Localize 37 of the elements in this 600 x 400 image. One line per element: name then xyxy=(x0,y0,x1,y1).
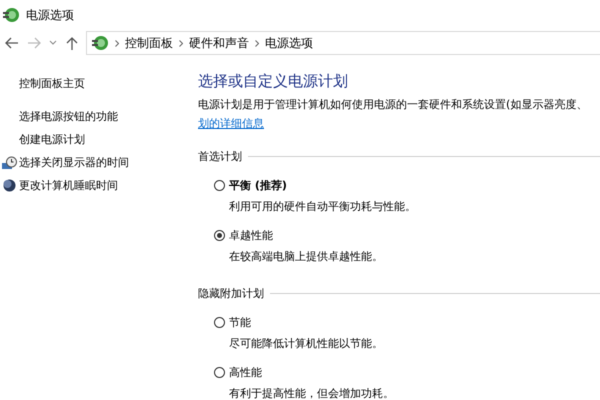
address-bar[interactable]: 控制面板 硬件和声音 电源选项 xyxy=(86,31,600,55)
plan-description: 有利于提高性能，但会增加功耗。 xyxy=(228,386,395,400)
plan-description: 利用可用的硬件自动平衡功耗与性能。 xyxy=(228,199,417,214)
radio-button[interactable] xyxy=(214,317,225,328)
power-plug-icon xyxy=(2,6,20,24)
sidebar-link[interactable]: 更改计算机睡眠时间 xyxy=(19,174,118,197)
breadcrumb[interactable]: 电源选项 xyxy=(265,34,313,52)
window-title: 电源选项 xyxy=(26,6,74,24)
radio-button[interactable] xyxy=(214,367,225,378)
sidebar-link[interactable]: 选择关闭显示器的时间 xyxy=(19,151,129,174)
plan-name: 平衡 (推荐) xyxy=(229,178,287,193)
moon-icon xyxy=(3,179,16,192)
sidebar-link[interactable]: 控制面板主页 xyxy=(0,72,192,95)
group-title: 隐藏附加计划 xyxy=(198,286,264,301)
sidebar-link[interactable]: 选择电源按钮的功能 xyxy=(0,105,118,128)
chevron-icon xyxy=(255,40,259,46)
radio-button[interactable] xyxy=(214,230,225,241)
up-button[interactable] xyxy=(64,36,80,50)
back-button[interactable] xyxy=(4,37,20,49)
sidebar-link[interactable]: 创建电源计划 xyxy=(0,128,85,151)
plan-name: 高性能 xyxy=(229,365,262,380)
plan-name: 卓越性能 xyxy=(229,228,273,243)
details-link[interactable]: 划的详细信息 xyxy=(198,116,264,131)
page-heading: 选择或自定义电源计划 xyxy=(198,72,349,91)
chevron-icon xyxy=(115,40,119,46)
plan-description: 在较高端电脑上提供卓越性能。 xyxy=(228,249,384,264)
clock-monitor-icon xyxy=(2,156,17,170)
plan-name: 节能 xyxy=(229,315,251,330)
breadcrumb[interactable]: 控制面板 xyxy=(125,34,173,52)
radio-button[interactable] xyxy=(214,180,225,191)
breadcrumb[interactable]: 硬件和声音 xyxy=(189,34,249,52)
description-text: 电源计划是用于管理计算机如何使用电源的一套硬件和系统设置(如显示器亮度、 xyxy=(198,97,588,112)
plan-description: 尽可能降低计算机性能以节能。 xyxy=(228,336,384,351)
power-plug-icon xyxy=(91,34,109,52)
chevron-icon xyxy=(179,40,183,46)
group-title: 首选计划 xyxy=(198,149,242,164)
dropdown-button[interactable] xyxy=(48,40,58,46)
